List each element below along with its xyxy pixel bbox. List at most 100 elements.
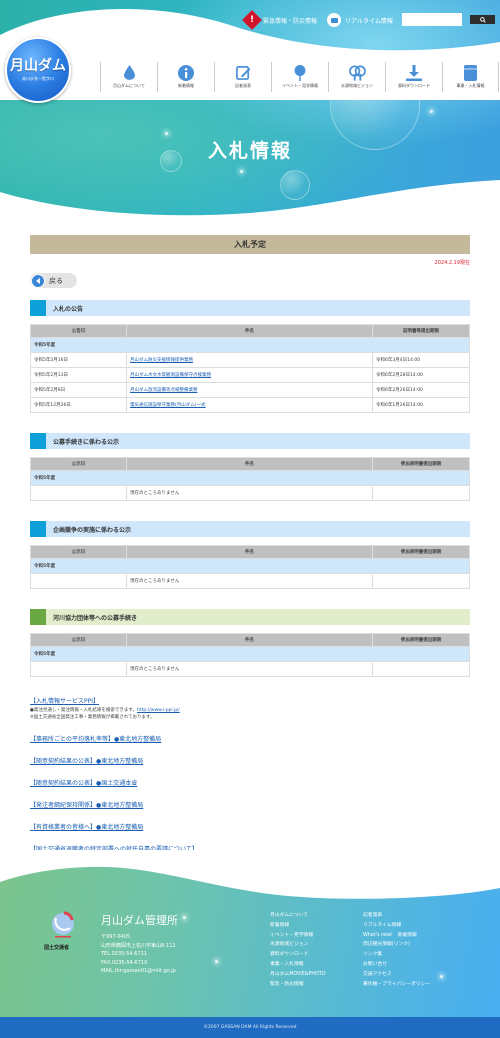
mlit-logo-icon (52, 911, 74, 938)
cell-date (30, 573, 127, 589)
bid-section: 公募手続きに係わる公示 公示日 件名 参加表明書提出期限 令和5年度 現在のとこ… (30, 433, 470, 501)
logo-title: 月山ダム (10, 57, 66, 74)
nav-item-press[interactable]: 記者発表 (214, 62, 271, 92)
section-marker (30, 433, 46, 449)
nav-label: 事業・入札情報 (456, 83, 485, 88)
empty-message: 現在のところありません (130, 491, 180, 496)
table-header-row: 公示日 件名 参加表明書提出期限 (30, 633, 470, 647)
footer-link[interactable]: 資料ダウンロード (270, 950, 325, 960)
fax: FAX.0235-54-6710 (101, 959, 148, 966)
bid-section: 企画競争の実施に係わる公示 公示日 件名 参加表明書提出期限 令和5年度 現在の… (30, 521, 470, 589)
bid-item-link[interactable]: 月山ダム放流設備等点検整備業務 (130, 388, 198, 393)
footer-link[interactable]: 著作権・プライバシーポリシー (363, 980, 430, 990)
as-of-date: 2024.2.19現在 (434, 260, 470, 266)
cell-date: 令和5年12月26日 (30, 397, 127, 413)
site-footer: 国土交通省 月山ダム管理所 〒997-0405 山形県鶴岡市上名川字東山8-11… (0, 850, 500, 1038)
ppi-url-link[interactable]: http://www.i-ppi.jp/ (137, 708, 180, 713)
section-title-bar: 入札予定 (30, 235, 470, 254)
bid-item-link[interactable]: 電気通信施設保守業務(月山ダム)一式 (130, 403, 206, 408)
search-input[interactable] (402, 13, 462, 26)
table-header-row: 公示日 件名 参加表明書提出期限 (30, 545, 470, 559)
footer-link[interactable]: 新着情報 (270, 921, 325, 931)
column-header-name: 件名 (126, 324, 373, 338)
column-header-deadline: 参加表明書提出期限 (372, 633, 470, 647)
nav-item-events[interactable]: イベント・見学情報 (271, 62, 328, 92)
fiscal-year-row: 令和5年度 (30, 646, 470, 662)
postal-code: 〒997-0405 (101, 934, 131, 940)
section-heading-text: 企画競争の実施に係わる公示 (53, 526, 132, 534)
table-row: 令和5年2月13日 月山ダム水文水質観測設備保守点検業務 令和6年2月28日14… (30, 367, 470, 383)
cell-name: 現在のところありません (126, 661, 373, 677)
empty-message: 現在のところありません (130, 579, 180, 584)
table-row: 現在のところありません (30, 661, 470, 677)
nav-label: 記者発表 (235, 83, 251, 88)
table-row: 現在のところありません (30, 485, 470, 501)
section-heading-text: 公募手続きに係わる公示 (53, 438, 120, 446)
footer-link[interactable]: 事業・入札情報 (270, 960, 325, 970)
link-bid-rate[interactable]: 【事務所ごとの平均落札率等】●東北地方整備局 (30, 734, 470, 743)
office-name: 月山ダム管理所 (101, 914, 178, 927)
bid-item-link[interactable]: 月山ダム水文水質観測設備保守点検業務 (130, 373, 211, 378)
trees-icon (348, 65, 366, 81)
table-header-row: 公示日 件名 参加表明書提出期限 (30, 457, 470, 471)
column-header-name: 件名 (126, 457, 373, 471)
footer-link[interactable]: リンク集 (363, 950, 430, 960)
cell-date: 令和5年2月8日 (30, 382, 127, 398)
sparkle-decoration (215, 960, 218, 963)
nav-item-about[interactable]: 月山ダムについて (100, 62, 157, 92)
cell-deadline (372, 485, 470, 501)
section-title: 入札予定 (234, 240, 266, 249)
footer-link[interactable]: 交通アクセス (363, 970, 430, 980)
footer-link[interactable]: What's new! 新着情報 (363, 931, 430, 941)
section-heading-text: 河川協力団体等への公募手続き (53, 614, 138, 622)
search-button[interactable] (470, 15, 495, 24)
back-button[interactable]: 戻る (30, 273, 77, 288)
cell-deadline: 令和6年2月26日14:00 (372, 382, 470, 398)
warning-icon: ! (242, 10, 262, 30)
emergency-info-link[interactable]: ! 緊急情報・防災情報 (242, 10, 317, 30)
site-logo[interactable]: 月山ダム 赤川水系一覧字川 (5, 37, 71, 103)
realtime-info-link[interactable]: リアルタイム情報 (327, 13, 393, 27)
link-qualified-vendors[interactable]: 【有資格業者の皆様へ】●東北地方整備局 (30, 822, 470, 831)
link-private-contract-ministry[interactable]: 【随意契約結果の公表】●国土交通本省 (30, 778, 470, 787)
footer-link[interactable]: 周辺観光情報(リンク) (363, 940, 430, 950)
footer-link[interactable]: 記者発表 (363, 911, 430, 921)
table-row: 令和5年2月16日 月山ダム防災支援情報提供業務 令和6年3月4日14:00 (30, 352, 470, 368)
column-header-deadline: 参加表明書提出期限 (372, 457, 470, 471)
ppi-note-2: ※国土交通省全国発注工事・業務情報が掲載されております。 (30, 715, 155, 720)
address: 山形県鶴岡市上名川字東山8-112 (101, 942, 176, 949)
column-header-name: 件名 (126, 545, 373, 559)
footer-link[interactable]: 緊急・防災情報 (270, 980, 325, 990)
footer-link[interactable]: お問い合せ (363, 960, 430, 970)
footer-link[interactable]: 水源地域ビジョン (270, 940, 325, 950)
fiscal-year-row: 令和5年度 (30, 337, 470, 353)
column-header-name: 件名 (126, 633, 373, 647)
copyright-bar: ©2007 GASSAN DAM All Rights Reserved (0, 1017, 500, 1038)
footer-wave-shape (0, 850, 500, 899)
fiscal-year-label: 令和5年度 (30, 337, 470, 353)
utility-links: ! 緊急情報・防災情報 リアルタイム情報 (242, 10, 403, 30)
bid-table: 公示日 件名 参加表明書提出期限 令和5年度 現在のところありません (30, 457, 470, 501)
ministry-name: 国土交通省 (44, 945, 70, 951)
link-private-contract-tohoku[interactable]: 【随意契約結果の公表】●東北地方整備局 (30, 756, 470, 765)
page-title: 入札情報 (207, 140, 292, 162)
bottom-wave-shape (0, 180, 500, 225)
nav-item-news[interactable]: 新着情報 (157, 62, 214, 92)
footer-link[interactable]: イベント・見学情報 (270, 931, 325, 941)
nav-item-business[interactable]: 事業・入札情報 (442, 62, 499, 92)
fiscal-year-row: 令和5年度 (30, 470, 470, 486)
sparkle-decoration (430, 110, 433, 113)
footer-link[interactable]: 月山ダムについて (270, 911, 325, 921)
ppi-link[interactable]: 【入札情報サービスPPI】 (30, 696, 470, 705)
bid-item-link[interactable]: 月山ダム防災支援情報提供業務 (130, 358, 193, 363)
bid-section: 入札の公告 公告日 件名 証明書等提出期限 令和5年度 令和5年2月16日 月山… (30, 300, 470, 413)
nav-item-vision[interactable]: 水源地域ビジョン (328, 62, 385, 92)
cell-date (30, 661, 127, 677)
link-ethics[interactable]: 【発注者綱紀保持関係】●東北地方整備局 (30, 800, 470, 809)
phone: TEL.0235-54-6711 (101, 951, 148, 957)
footer-link[interactable]: リアルタイム情報 (363, 921, 430, 931)
nav-item-download[interactable]: 資料ダウンロード (385, 62, 442, 92)
back-label: 戻る (49, 276, 63, 285)
footer-link[interactable]: 月山ダムMOVIE&PHOTO (270, 970, 325, 980)
logo-subtitle: 赤川水系一覧字川 (22, 75, 54, 81)
